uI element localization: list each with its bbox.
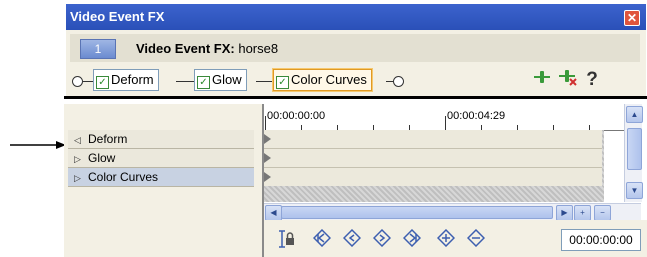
checkbox-deform[interactable]: ✓ bbox=[96, 76, 109, 89]
expanded-arrow-icon[interactable]: ◁ bbox=[74, 131, 88, 149]
event-number-badge[interactable]: 1 bbox=[80, 39, 116, 59]
horizontal-scroll-thumb[interactable] bbox=[281, 206, 553, 219]
scroll-down-icon[interactable]: ▼ bbox=[626, 182, 643, 199]
keyframe-marker[interactable] bbox=[264, 153, 271, 163]
close-button[interactable]: ✕ bbox=[624, 10, 640, 26]
chain-fx-label: Deform bbox=[111, 72, 154, 87]
keyframe-tracks[interactable] bbox=[264, 130, 604, 187]
remove-plug-in-icon[interactable] bbox=[559, 70, 577, 90]
previous-keyframe-icon[interactable] bbox=[342, 228, 362, 249]
event-label: Video Event FX: horse8 bbox=[136, 41, 278, 56]
keyframe-panel: ◁ Deform ▷ Glow ▷ Color Curves 00:00:00:00 … bbox=[64, 104, 647, 257]
chain-fx-deform[interactable]: ✓ Deform bbox=[93, 69, 159, 91]
ruler-tick bbox=[445, 116, 446, 130]
fx-list-item-deform[interactable]: ◁ Deform bbox=[68, 130, 254, 149]
cursor-timecode[interactable]: 00:00:00:00 bbox=[561, 229, 641, 251]
collapsed-arrow-icon[interactable]: ▷ bbox=[74, 150, 88, 168]
event-header: 1 Video Event FX: horse8 bbox=[70, 34, 640, 62]
fx-list-item-color-curves[interactable]: ▷ Color Curves bbox=[68, 168, 254, 187]
first-keyframe-icon[interactable] bbox=[312, 228, 332, 249]
ruler-tick bbox=[265, 116, 266, 130]
horizontal-scrollbar[interactable]: ◀ ▶ + − bbox=[264, 203, 641, 221]
help-icon[interactable]: ? bbox=[583, 70, 601, 90]
chain-connector bbox=[83, 81, 93, 82]
keyframe-transport-bar: 00:00:00:00 bbox=[264, 220, 647, 257]
ruler-mid-time: 00:00:04:29 bbox=[447, 110, 506, 122]
keyframe-track-color-curves[interactable] bbox=[264, 168, 602, 187]
scroll-left-icon[interactable]: ◀ bbox=[265, 205, 282, 221]
fx-list-label: Glow bbox=[88, 151, 116, 165]
zoom-out-icon[interactable]: − bbox=[594, 205, 611, 221]
fx-list-label: Deform bbox=[88, 132, 128, 146]
event-name: horse8 bbox=[234, 41, 279, 56]
chain-fx-label: Color Curves bbox=[291, 72, 367, 87]
plug-in-chain-icon[interactable] bbox=[533, 70, 551, 90]
plug-in-chain: ✓ Deform ✓ Glow ✓ Color Curves ? bbox=[66, 66, 646, 96]
chain-connector bbox=[256, 81, 272, 82]
title-bar[interactable]: Video Event FX ✕ bbox=[66, 4, 646, 30]
scroll-up-icon[interactable]: ▲ bbox=[626, 106, 643, 123]
vertical-scroll-thumb[interactable] bbox=[627, 128, 642, 170]
next-keyframe-icon[interactable] bbox=[372, 228, 392, 249]
chain-connector bbox=[176, 81, 194, 82]
ruler-start-time: 00:00:00:00 bbox=[267, 110, 326, 122]
chain-fx-glow[interactable]: ✓ Glow bbox=[194, 69, 247, 91]
keyframe-track-deform[interactable] bbox=[264, 130, 602, 149]
keyframe-marker[interactable] bbox=[264, 172, 271, 182]
vertical-scrollbar[interactable]: ▲ ▼ bbox=[624, 104, 643, 202]
fx-list-label: Color Curves bbox=[88, 170, 159, 184]
chain-input-node bbox=[72, 76, 83, 87]
keyframe-timeline[interactable]: 00:00:00:00 00:00:04:29 ▲ ▼ ◀ ▶ + − 00:0… bbox=[264, 104, 647, 257]
empty-track-area bbox=[264, 186, 604, 202]
keyframe-marker[interactable] bbox=[264, 134, 271, 144]
scroll-right-icon[interactable]: ▶ bbox=[556, 205, 573, 221]
fx-list: ◁ Deform ▷ Glow ▷ Color Curves bbox=[68, 130, 254, 187]
lock-envelope-icon[interactable] bbox=[276, 229, 296, 249]
checkbox-color-curves[interactable]: ✓ bbox=[276, 76, 289, 89]
chain-fx-label: Glow bbox=[212, 72, 242, 87]
collapsed-arrow-icon[interactable]: ▷ bbox=[74, 169, 88, 187]
last-keyframe-icon[interactable] bbox=[402, 228, 422, 249]
section-divider bbox=[64, 96, 647, 99]
add-keyframe-icon[interactable] bbox=[436, 228, 456, 249]
chain-fx-color-curves[interactable]: ✓ Color Curves bbox=[273, 69, 372, 91]
keyframe-track-glow[interactable] bbox=[264, 149, 602, 168]
event-label-prefix: Video Event FX: bbox=[136, 41, 235, 56]
delete-keyframe-icon[interactable] bbox=[466, 228, 486, 249]
checkbox-glow[interactable]: ✓ bbox=[197, 76, 210, 89]
zoom-in-icon[interactable]: + bbox=[574, 205, 591, 221]
window-title: Video Event FX bbox=[70, 9, 165, 24]
chain-output-node bbox=[393, 76, 404, 87]
video-event-fx-window: Video Event FX ✕ 1 Video Event FX: horse… bbox=[66, 4, 646, 96]
time-ruler[interactable]: 00:00:00:00 00:00:04:29 bbox=[264, 104, 624, 131]
arrow-pointer-icon bbox=[10, 141, 66, 149]
fx-list-item-glow[interactable]: ▷ Glow bbox=[68, 149, 254, 168]
